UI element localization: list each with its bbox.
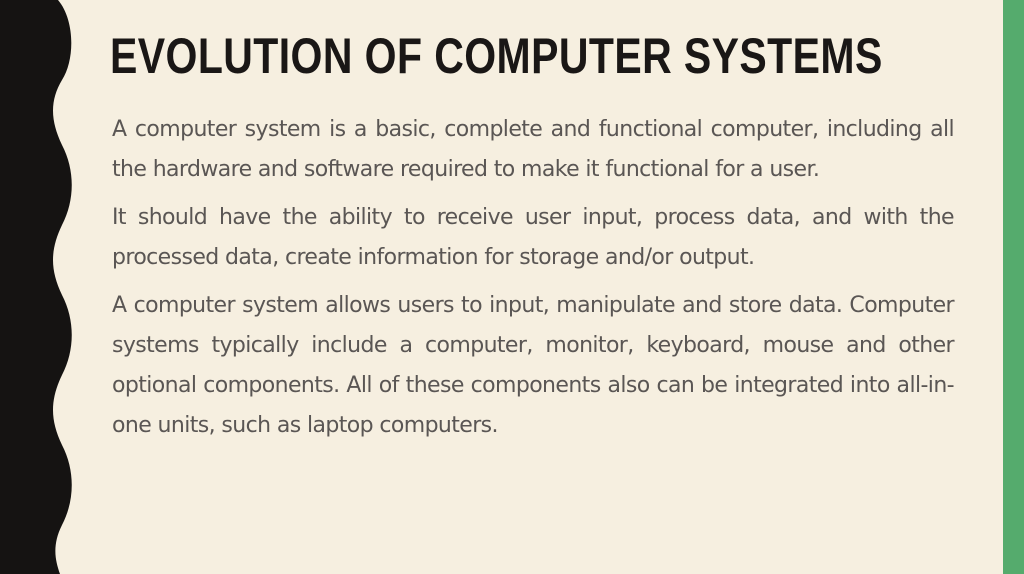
wavy-edge-shape xyxy=(0,0,72,574)
wavy-left-band xyxy=(0,0,72,574)
slide-title: Evolution of Computer Systems xyxy=(110,28,883,84)
paragraph-components: A computer system allows users to input,… xyxy=(112,293,955,438)
paragraph-abilities: It should have the ability to receive us… xyxy=(112,205,955,270)
accent-bar xyxy=(1003,0,1024,574)
slide-body: A computer system is a basic, complete a… xyxy=(112,110,955,454)
paragraph-definition: A computer system is a basic, complete a… xyxy=(112,117,955,182)
slide: Evolution of Computer Systems A computer… xyxy=(0,0,1024,574)
